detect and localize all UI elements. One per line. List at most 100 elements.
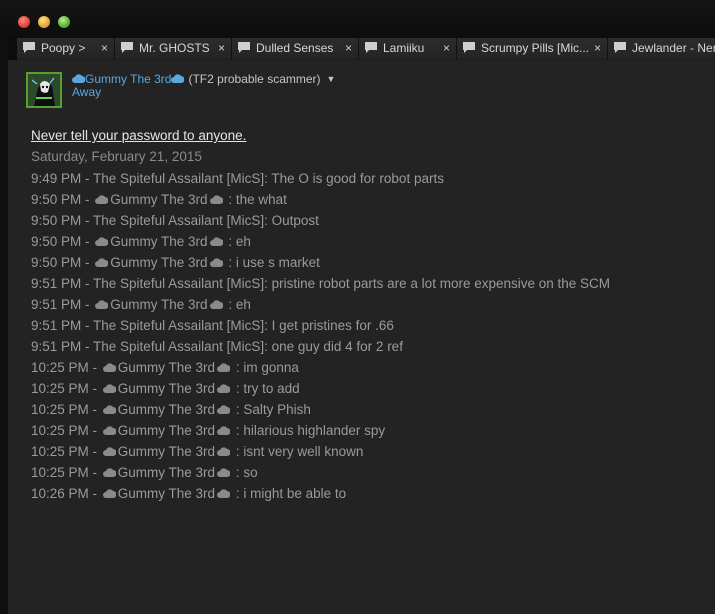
cloud-icon [209, 258, 223, 267]
chat-message: 9:50 PM - The Spiteful Assailant [MicS]:… [31, 212, 711, 233]
friend-name-row[interactable]: Gummy The 3rd (TF2 probable scammer) ▼ [72, 72, 335, 86]
message-time: 9:50 PM - [31, 255, 94, 270]
cloud-icon [209, 237, 223, 246]
message-time: 9:49 PM - [31, 171, 94, 186]
chat-tab[interactable]: Lamiiku × [359, 38, 457, 59]
message-text: : eh [224, 297, 251, 312]
chat-message: 9:50 PM - Gummy The 3rd : eh [31, 233, 711, 254]
friend-nickname: (TF2 probable scammer) [188, 72, 321, 86]
message-sender: Gummy The 3rd [101, 486, 232, 501]
chat-bubble-icon [23, 42, 35, 53]
avatar-image [28, 74, 60, 106]
message-time: 9:50 PM - [31, 234, 94, 249]
chat-date: Saturday, February 21, 2015 [31, 149, 202, 164]
message-sender: Gummy The 3rd [101, 465, 232, 480]
chat-message: 10:25 PM - Gummy The 3rd : so [31, 464, 711, 485]
message-list: 9:49 PM - The Spiteful Assailant [MicS]:… [31, 170, 711, 506]
message-text: : I get pristines for .66 [264, 318, 394, 333]
message-text: : eh [224, 234, 251, 249]
message-sender: Gummy The 3rd [93, 297, 224, 312]
chat-message: 10:25 PM - Gummy The 3rd : hilarious hig… [31, 422, 711, 443]
cloud-icon [209, 300, 223, 309]
chat-bubble-icon [365, 42, 377, 53]
cloud-icon [95, 195, 109, 204]
chat-message: 9:51 PM - The Spiteful Assailant [MicS]:… [31, 317, 711, 338]
close-tab-icon[interactable]: × [345, 38, 352, 59]
cloud-icon [102, 489, 116, 498]
chat-message: 9:51 PM - The Spiteful Assailant [MicS]:… [31, 338, 711, 359]
message-text: : one guy did 4 for 2 ref [264, 339, 403, 354]
cloud-icon [102, 426, 116, 435]
message-text: : Outpost [264, 213, 319, 228]
cloud-icon [217, 489, 231, 498]
chat-tab[interactable]: Dulled Senses × [232, 38, 359, 59]
message-text: : Salty Phish [232, 402, 311, 417]
message-time: 9:51 PM - [31, 297, 94, 312]
chat-tab-bar: Poopy > × Mr. GHOSTS × Dulled Senses × L… [17, 38, 715, 60]
message-sender: Gummy The 3rd [101, 402, 232, 417]
chat-bubble-icon [121, 42, 133, 53]
message-time: 10:25 PM - [31, 360, 101, 375]
message-time: 9:51 PM - [31, 318, 94, 333]
message-time: 10:25 PM - [31, 444, 101, 459]
minimize-window-button[interactable] [38, 16, 50, 28]
chevron-down-icon[interactable]: ▼ [327, 74, 336, 84]
chat-tab[interactable]: Jewlander - Ner [608, 38, 715, 59]
cloud-icon [217, 384, 231, 393]
message-time: 9:51 PM - [31, 339, 94, 354]
cloud-icon [209, 195, 223, 204]
cloud-icon [171, 74, 185, 83]
cloud-icon [217, 363, 231, 372]
message-sender: Gummy The 3rd [101, 444, 232, 459]
close-tab-icon[interactable]: × [101, 38, 108, 59]
avatar[interactable] [26, 72, 62, 108]
cloud-icon [217, 405, 231, 414]
message-sender: The Spiteful Assailant [MicS] [93, 318, 265, 333]
chat-message: 10:25 PM - Gummy The 3rd : im gonna [31, 359, 711, 380]
chat-tab[interactable]: Scrumpy Pills [Mic... × [457, 38, 608, 59]
chat-bubble-icon [238, 42, 250, 53]
window-left-edge [0, 38, 8, 614]
message-time: 10:25 PM - [31, 381, 101, 396]
chat-tab-label: Scrumpy Pills [Mic... [481, 41, 590, 55]
message-sender: The Spiteful Assailant [MicS] [93, 171, 265, 186]
chat-message: 9:50 PM - Gummy The 3rd : i use s market [31, 254, 711, 275]
chat-tab-label: Lamiiku [383, 41, 425, 55]
close-tab-icon[interactable]: × [594, 38, 601, 59]
message-sender: Gummy The 3rd [93, 192, 224, 207]
chat-tab[interactable]: Mr. GHOSTS × [115, 38, 232, 59]
chat-tab-label: Mr. GHOSTS [139, 41, 210, 55]
chat-panel: Gummy The 3rd (TF2 probable scammer) ▼ Awa… [8, 60, 715, 614]
message-sender: Gummy The 3rd [101, 360, 232, 375]
message-time: 10:25 PM - [31, 423, 101, 438]
message-time: 9:50 PM - [31, 213, 94, 228]
message-sender: Gummy The 3rd [101, 423, 232, 438]
chat-bubble-icon [463, 42, 475, 53]
chat-tab[interactable]: Poopy > × [17, 38, 115, 59]
chat-message: 9:51 PM - The Spiteful Assailant [MicS]:… [31, 275, 711, 296]
chat-tab-label: Poopy > [41, 41, 86, 55]
password-warning: Never tell your password to anyone. [31, 128, 247, 143]
message-text: : im gonna [232, 360, 299, 375]
chat-message: 10:25 PM - Gummy The 3rd : Salty Phish [31, 401, 711, 422]
chat-tab-label: Jewlander - Ner [632, 41, 715, 55]
message-text: : the what [224, 192, 287, 207]
message-sender: The Spiteful Assailant [MicS] [93, 276, 265, 291]
cloud-icon [102, 363, 116, 372]
close-window-button[interactable] [18, 16, 30, 28]
close-tab-icon[interactable]: × [218, 38, 225, 59]
cloud-icon [95, 300, 109, 309]
chat-tab-label: Dulled Senses [256, 41, 334, 55]
cloud-icon [95, 237, 109, 246]
message-sender: Gummy The 3rd [93, 255, 224, 270]
cloud-icon [102, 447, 116, 456]
maximize-window-button[interactable] [58, 16, 70, 28]
cloud-icon [102, 405, 116, 414]
chat-message: 9:49 PM - The Spiteful Assailant [MicS]:… [31, 170, 711, 191]
message-text: : i use s market [224, 255, 320, 270]
chat-message: 10:26 PM - Gummy The 3rd : i might be ab… [31, 485, 711, 506]
chat-message: 9:51 PM - Gummy The 3rd : eh [31, 296, 711, 317]
close-tab-icon[interactable]: × [443, 38, 450, 59]
friend-status: Away [72, 85, 102, 99]
message-time: 9:51 PM - [31, 276, 94, 291]
